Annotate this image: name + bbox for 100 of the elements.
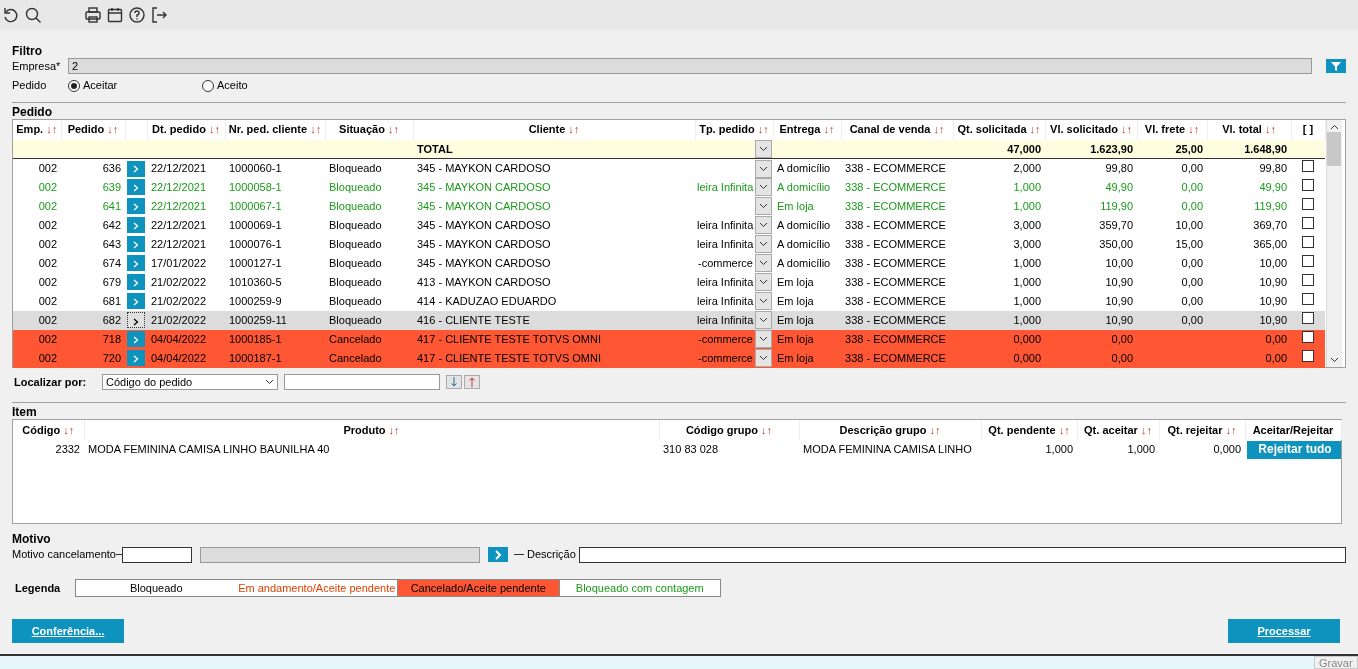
calendar-icon[interactable] (106, 6, 124, 24)
dropdown-button[interactable] (755, 235, 772, 254)
dropdown-button[interactable] (755, 254, 772, 273)
scroll-up-icon[interactable] (1329, 123, 1339, 130)
column-header[interactable]: Código ↓↑ (22, 423, 75, 436)
column-header[interactable]: Nr. ped. cliente ↓↑ (228, 123, 322, 136)
open-button[interactable] (127, 312, 145, 329)
column-header[interactable]: Produto ↓↑ (343, 423, 400, 436)
column-header[interactable]: Descrição grupo ↓↑ (839, 423, 941, 436)
checkbox[interactable] (1302, 330, 1314, 343)
checkbox[interactable] (1302, 160, 1314, 172)
column-header[interactable]: Qt. aceitar ↓↑ (1084, 423, 1152, 436)
dropdown-button[interactable] (755, 197, 772, 216)
filter-button[interactable] (1326, 59, 1346, 74)
reason-field[interactable] (199, 546, 480, 563)
help-icon[interactable] (128, 6, 146, 24)
checkbox[interactable] (1302, 292, 1314, 305)
checkbox[interactable] (1302, 311, 1314, 324)
table-cell: 639 (102, 180, 121, 193)
table-cell: A domicílio (777, 237, 831, 250)
table-cell: -commerce (698, 256, 753, 269)
column-header[interactable]: Qt. rejeitar ↓↑ (1167, 423, 1237, 436)
dropdown-button[interactable] (755, 178, 772, 197)
column-header[interactable]: Qt. solicitada ↓↑ (957, 123, 1041, 136)
column-header[interactable]: Canal de venda ↓↑ (849, 123, 945, 136)
conference-button[interactable]: Conferência... (12, 618, 124, 643)
radio-button[interactable]: Aceitar (68, 77, 202, 94)
search-field[interactable] (284, 374, 440, 390)
column-header[interactable]: Emp. ↓↑ (16, 123, 58, 136)
column-header[interactable]: Código grupo ↓↑ (685, 423, 773, 436)
table-cell: 99,80 (1105, 162, 1133, 174)
table-cell: 04/04/2022 (151, 332, 207, 345)
process-button[interactable]: Processar (1228, 618, 1340, 643)
column-header[interactable]: Cliente ↓↑ (528, 123, 580, 136)
sort-down-icon[interactable] (446, 375, 462, 389)
table-cell: 002 (38, 332, 57, 345)
column-header[interactable]: Vl. solicitado ↓↑ (1050, 123, 1132, 136)
chevron-right-icon (133, 297, 139, 306)
column-header[interactable]: Entrega ↓↑ (779, 123, 835, 136)
checkbox[interactable] (1302, 178, 1314, 191)
dropdown-button[interactable] (755, 349, 772, 368)
table-cell: 10,00 (1175, 218, 1203, 231)
scrollbar-thumb[interactable] (1327, 131, 1341, 166)
scroll-down-icon[interactable] (1329, 356, 1339, 363)
input-field[interactable]: 2 (68, 58, 1312, 75)
dropdown-button[interactable] (755, 292, 772, 311)
column-header[interactable]: Tp. pedido ↓↑ (699, 123, 769, 136)
printer-icon[interactable] (84, 6, 102, 24)
column-header[interactable]: Dt. pedido ↓↑ (152, 123, 220, 136)
select-field[interactable]: Código do pedido (102, 374, 278, 390)
table-cell: 679 (102, 275, 121, 288)
column-header[interactable]: Pedido ↓↑ (67, 123, 119, 136)
table-cell: 002 (38, 294, 57, 307)
table-cell: 369,70 (1253, 218, 1287, 231)
dropdown-button[interactable] (755, 330, 772, 349)
dropdown-button[interactable] (755, 311, 772, 330)
section-title: Filtro (12, 44, 43, 58)
column-header[interactable]: [ ] (1302, 123, 1314, 136)
scrollbar[interactable] (1325, 119, 1342, 367)
radio-button[interactable]: Aceito (202, 77, 248, 94)
description-field[interactable] (578, 546, 1346, 563)
chevron-down-icon (759, 146, 768, 152)
table-cell: 682 (102, 313, 121, 326)
checkbox[interactable] (1302, 235, 1314, 248)
table-cell: 1000259-9 (229, 294, 282, 307)
dropdown-button[interactable] (755, 159, 772, 178)
dropdown-button[interactable] (755, 273, 772, 292)
table-cell: 345 - MAYKON CARDOSO (417, 180, 551, 193)
table-cell: 1,000 (1013, 199, 1041, 212)
field-label: Motivo cancelamento (12, 547, 116, 563)
chevron-right-icon (133, 278, 139, 287)
column-header[interactable]: Vl. total ↓↑ (1222, 123, 1276, 136)
checkbox[interactable] (1302, 216, 1314, 229)
checkbox[interactable] (1302, 197, 1314, 210)
column-header[interactable]: Vl. frete ↓↑ (1144, 123, 1200, 136)
column-header[interactable]: Situação ↓↑ (339, 123, 399, 136)
column-header[interactable]: Qt. pendente ↓↑ (988, 423, 1070, 436)
checkbox[interactable] (1302, 349, 1314, 362)
table-cell: 10,00 (1105, 256, 1133, 269)
go-button[interactable] (487, 547, 508, 562)
undo-icon[interactable] (2, 6, 20, 24)
chevron-down-icon (759, 298, 768, 305)
checkbox[interactable] (1302, 273, 1314, 286)
reject-all-button[interactable]: Rejeitar tudo (1247, 440, 1341, 459)
dropdown-button[interactable] (755, 140, 772, 158)
search-icon[interactable] (24, 6, 42, 24)
chevron-down-icon (759, 222, 768, 229)
code-field[interactable] (121, 546, 192, 563)
exit-icon[interactable] (150, 6, 168, 24)
table-cell: 002 (38, 199, 57, 212)
table-cell: Bloqueado (329, 162, 382, 174)
chevron-right-icon (493, 549, 502, 560)
table-cell: 0,00 (1181, 275, 1203, 288)
table-cell: 22/12/2021 (151, 237, 207, 250)
table-cell: 1,000 (1013, 180, 1041, 193)
checkbox[interactable] (1302, 254, 1314, 267)
column-header[interactable]: Aceitar/Rejeitar (1252, 423, 1334, 436)
table-cell: 0,00 (1111, 351, 1133, 364)
sort-up-icon[interactable] (464, 375, 480, 389)
dropdown-button[interactable] (755, 216, 772, 235)
